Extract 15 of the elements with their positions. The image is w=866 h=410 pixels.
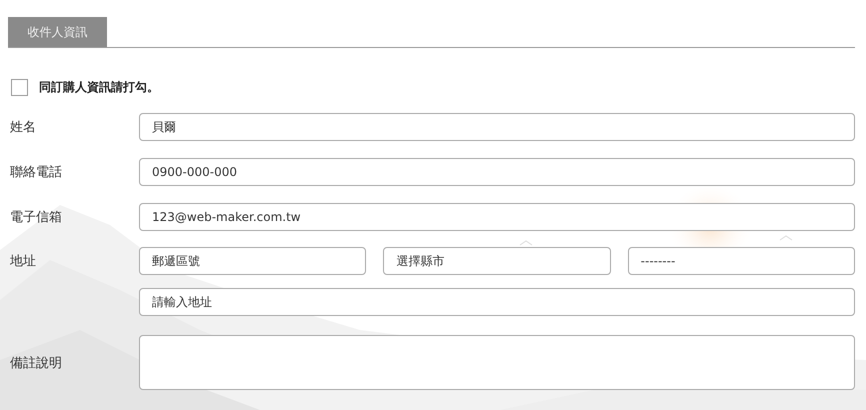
- field-label: 地址: [9, 253, 37, 270]
- field-label: 電子信箱: [9, 209, 63, 226]
- input-field[interactable]: 請輸入地址: [139, 288, 855, 316]
- input-field[interactable]: --------: [628, 247, 855, 275]
- input-field[interactable]: 郵遞區號: [139, 247, 366, 275]
- field-label: 姓名: [9, 119, 37, 136]
- field-label: 備註說明: [9, 354, 63, 372]
- notes-field[interactable]: [139, 335, 855, 390]
- input-field[interactable]: 123@web-maker.com.tw: [139, 203, 855, 231]
- checkbox-label: 同訂購人資訊請打勾。: [39, 78, 159, 96]
- input-field[interactable]: 貝爾: [139, 113, 855, 141]
- checkbox[interactable]: [11, 78, 28, 96]
- input-field[interactable]: 選擇縣市: [383, 247, 611, 275]
- field-label: 聯絡電話: [9, 164, 63, 181]
- input-field[interactable]: 0900-000-000: [139, 158, 855, 186]
